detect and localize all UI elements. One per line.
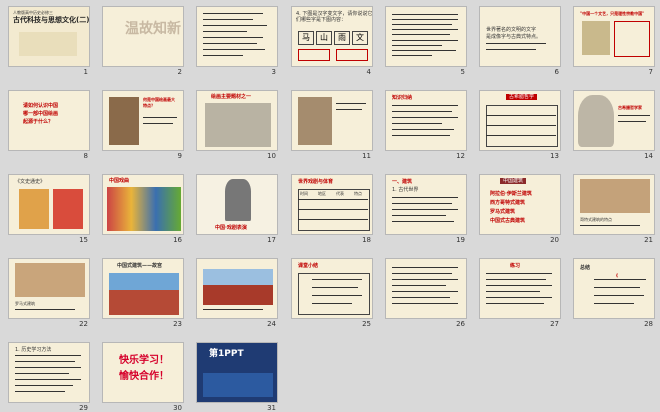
slide-text: 哥特式建筑的特点 — [580, 217, 612, 222]
slide-text: 世界著名的文明的文字 — [486, 27, 537, 33]
slide-thumb[interactable]: 何是中国绘画最大 特点？ 9 — [102, 90, 184, 160]
slide-thumb[interactable]: 世界戏剧与体育 时间 地区 代表 特点 18 — [291, 174, 373, 244]
list-item: 罗马式建筑 — [490, 209, 516, 215]
slide-text: 课堂小结 — [298, 263, 319, 269]
slide-thumb[interactable]: 快乐学习！ 愉快合作！ 30 — [102, 342, 184, 412]
slide-thumb[interactable]: 人教版高中历史必修三 古代科技与思想文化(二) 1 — [8, 6, 90, 76]
slide-text: 古希腊哲学家 — [618, 105, 642, 110]
slide-thumb[interactable]: "中国一个文艺，只是理性宗教中国" 7 — [573, 6, 655, 76]
slide-text: 1. 历史学习方法 — [15, 347, 52, 353]
slide-thumb[interactable]: 古希腊哲学 13 — [479, 90, 561, 160]
slide-text: "中国一个文艺，只是理性宗教中国" — [580, 11, 645, 16]
slide-thumb[interactable]: 第1PPT 31 — [196, 342, 278, 412]
list-item: 阿拉伯·伊斯兰建筑 — [490, 191, 532, 197]
slide-thumb[interactable]: 11 — [291, 90, 373, 160]
slide-thumb[interactable]: 4. 下图是汉字变文字，请你说说它 们哪些字是下图内容： 马 山 雨 文 4 — [291, 6, 373, 76]
slide-text: 中国式建筑——故宫 — [117, 263, 163, 269]
slide-thumb[interactable]: 古希腊哲学家 14 — [573, 90, 655, 160]
slide-text: 总结 — [580, 265, 591, 271]
slide-thumb[interactable]: 中国式建筑——故宫 23 — [102, 258, 184, 328]
slide-thumb[interactable]: 课堂小结 25 — [291, 258, 373, 328]
char-box: 马 — [298, 31, 314, 45]
slide-thumb[interactable]: 1. 历史学习方法 29 — [8, 342, 90, 412]
slide-text: 哪一部中国绘画 — [23, 111, 59, 117]
slide-thumb[interactable]: 《文史通史》 15 — [8, 174, 90, 244]
char-box: 山 — [316, 31, 332, 45]
table-header: 代表 — [336, 191, 344, 196]
slide-thumb[interactable]: 一、建筑 1. 古代世界 19 — [385, 174, 467, 244]
slide-thumb[interactable]: 罗马式建筑 22 — [8, 258, 90, 328]
list-item: 中国式古典建筑 — [490, 218, 526, 224]
slide-thumb[interactable]: 练习 27 — [479, 258, 561, 328]
slide-text: 罗马式建筑 — [15, 301, 35, 306]
slide-thumb[interactable]: 世界著名的文明的文字 是成像字与古典式特点。 6 — [479, 6, 561, 76]
slide-thumb[interactable]: 总结 《 28 — [573, 258, 655, 328]
slide-text: 《文史通史》 — [15, 179, 46, 185]
slide-text: 绘画主要题材之一 — [211, 94, 252, 100]
slide-text: 特点？ — [143, 103, 155, 108]
slide-thumb[interactable]: 温故知新 2 — [102, 6, 184, 76]
char-box: 文 — [352, 31, 368, 45]
slide-thumb[interactable]: 请如何认识中国 哪一部中国绘画 起源于什么？ 8 — [8, 90, 90, 160]
slide-text: 知识归纳 — [392, 95, 413, 101]
slide-text: 起源于什么？ — [23, 119, 54, 125]
list-item: 西方哥特式建筑 — [490, 200, 526, 206]
slide-thumb[interactable]: 3 — [196, 6, 278, 76]
slide-text: 第1PPT — [209, 349, 244, 359]
slide-text: 世界戏剧与体育 — [298, 179, 334, 185]
slide-thumb[interactable]: 知识归纳 12 — [385, 90, 467, 160]
slide-thumb[interactable]: 中国建筑 阿拉伯·伊斯兰建筑 西方哥特式建筑 罗马式建筑 中国式古典建筑 20 — [479, 174, 561, 244]
slide-text: 古希腊哲学 — [506, 94, 538, 100]
slide-thumb[interactable]: 绘画主要题材之一 10 — [196, 90, 278, 160]
table-header: 地区 — [318, 191, 326, 196]
slide-thumb[interactable]: 哥特式建筑的特点 21 — [573, 174, 655, 244]
question-text: 们哪些字是下图内容： — [296, 17, 347, 23]
slide-text: 练习 — [510, 263, 521, 269]
slide-text: 是成像字与古典式特点。 — [486, 34, 542, 40]
slide-thumb[interactable]: 24 — [196, 258, 278, 328]
slide-grid: 人教版高中历史必修三 古代科技与思想文化(二) 1 温故知新 2 3 4. 下图… — [8, 6, 660, 412]
slide-text: 快乐学习！ — [119, 355, 169, 366]
slide-thumb[interactable]: 5 — [385, 6, 467, 76]
slide-thumb[interactable]: 26 — [385, 258, 467, 328]
slide-text: 中国戏曲 — [109, 178, 130, 184]
slide-text: 中国建筑 — [500, 178, 527, 184]
slide-thumb[interactable]: 中国·戏剧表演 17 — [196, 174, 278, 244]
table-header: 时间 — [300, 191, 308, 196]
slide-thumb[interactable]: 中国戏曲 16 — [102, 174, 184, 244]
table-header: 特点 — [354, 191, 362, 196]
slide-text: 1. 古代世界 — [392, 187, 419, 193]
slide-title: 温故知新 — [125, 21, 181, 37]
slide-text: 一、建筑 — [392, 179, 413, 185]
slide-text: 请如何认识中国 — [23, 103, 59, 109]
slide-text: 愉快合作！ — [119, 371, 169, 382]
decor-image — [19, 32, 77, 56]
slide-title: 古代科技与思想文化(二) — [13, 16, 90, 24]
slide-text: 中国·戏剧表演 — [215, 225, 247, 231]
char-box: 雨 — [334, 31, 350, 45]
